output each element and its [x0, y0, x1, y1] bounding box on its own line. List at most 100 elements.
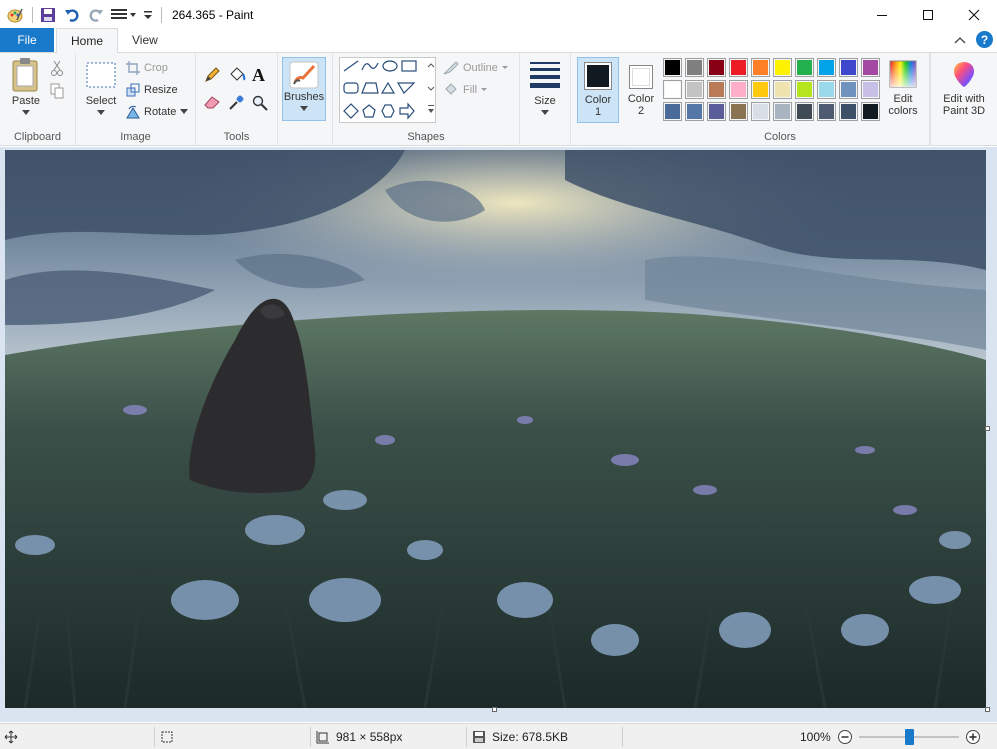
drawing-canvas[interactable]	[5, 150, 986, 708]
shapes-gallery[interactable]	[339, 57, 427, 123]
tab-view[interactable]: View	[118, 28, 172, 52]
pencil-icon	[205, 67, 220, 82]
zoom-out-icon[interactable]	[837, 729, 853, 745]
palette-swatch-color	[687, 60, 702, 75]
edit-with-paint3d-button[interactable]: Edit with Paint 3D	[933, 59, 995, 117]
palette-swatch[interactable]	[839, 58, 858, 77]
color-picker-tool[interactable]	[228, 95, 244, 111]
palette-swatch[interactable]	[707, 102, 726, 121]
customize-qat-icon[interactable]	[141, 4, 155, 26]
palette-swatch[interactable]	[663, 58, 682, 77]
shapes-gallery-icons	[343, 60, 417, 120]
palette-swatch[interactable]	[773, 80, 792, 99]
palette-swatch[interactable]	[663, 80, 682, 99]
outline-button[interactable]: Outline	[443, 61, 508, 75]
magnifier-icon	[252, 95, 268, 111]
redo-icon[interactable]	[85, 4, 107, 26]
palette-swatch[interactable]	[861, 80, 880, 99]
resize-button[interactable]: Resize	[126, 83, 178, 97]
color2-button[interactable]: Color 2	[621, 57, 661, 123]
palette-swatch[interactable]	[817, 58, 836, 77]
crop-button[interactable]: Crop	[126, 61, 168, 75]
palette-swatch-color	[819, 104, 834, 119]
palette-swatch[interactable]	[839, 102, 858, 121]
text-icon: A	[252, 65, 265, 85]
tab-file[interactable]: File	[0, 28, 54, 52]
edit-colors-button[interactable]: Edit colors	[881, 59, 925, 117]
palette-swatch[interactable]	[707, 80, 726, 99]
resize-handle-bottom[interactable]	[492, 707, 497, 712]
shapes-scroll[interactable]	[426, 57, 436, 123]
palette-swatch-color	[687, 104, 702, 119]
color1-number: 1	[594, 106, 602, 118]
palette-swatch[interactable]	[685, 58, 704, 77]
collapse-ribbon-icon[interactable]	[954, 35, 966, 45]
zoom-controls: 100%	[800, 724, 981, 749]
maximize-button[interactable]	[905, 0, 951, 29]
resize-handle-corner[interactable]	[985, 707, 990, 712]
canvas-area[interactable]	[0, 147, 997, 722]
fill-button[interactable]: Fill	[443, 83, 488, 97]
shapes-scroll-arrows-icon	[427, 63, 435, 113]
fill-tool[interactable]	[228, 67, 246, 83]
resize-handle-right[interactable]	[985, 426, 990, 431]
rotate-button[interactable]: Rotate	[126, 105, 189, 119]
palette-swatch[interactable]	[729, 80, 748, 99]
palette-swatch[interactable]	[751, 58, 770, 77]
zoom-in-icon[interactable]	[965, 729, 981, 745]
palette-swatch[interactable]	[817, 80, 836, 99]
magnifier-tool[interactable]	[252, 95, 268, 111]
select-button[interactable]: Select	[80, 61, 122, 116]
palette-swatch[interactable]	[707, 58, 726, 77]
zoom-level-text: 100%	[800, 730, 831, 744]
palette-swatch[interactable]	[795, 58, 814, 77]
help-icon[interactable]: ?	[976, 31, 993, 48]
brushes-button[interactable]: Brushes	[282, 57, 326, 121]
palette-swatch[interactable]	[751, 80, 770, 99]
eraser-tool[interactable]	[204, 95, 220, 109]
palette-swatch[interactable]	[861, 102, 880, 121]
zoom-slider[interactable]	[858, 729, 959, 745]
palette-swatch[interactable]	[685, 102, 704, 121]
paint-app-icon[interactable]	[4, 4, 26, 26]
palette-swatch[interactable]	[773, 102, 792, 121]
palette-swatch[interactable]	[795, 102, 814, 121]
palette-swatch[interactable]	[817, 102, 836, 121]
palette-swatch[interactable]	[663, 102, 682, 121]
painting-image	[5, 150, 986, 708]
image-group-label: Image	[120, 131, 151, 143]
edit-colors-label-2: colors	[888, 105, 918, 117]
palette-swatch[interactable]	[795, 80, 814, 99]
tab-home[interactable]: Home	[56, 28, 119, 53]
resize-icon	[126, 83, 140, 97]
properties-menu-icon[interactable]	[109, 4, 139, 26]
select-dropdown-icon	[97, 110, 105, 115]
text-tool[interactable]: A	[252, 65, 265, 86]
undo-icon[interactable]	[61, 4, 83, 26]
copy-button[interactable]	[50, 83, 64, 99]
zoom-slider-thumb[interactable]	[904, 729, 914, 745]
palette-swatch[interactable]	[773, 58, 792, 77]
palette-swatch[interactable]	[729, 58, 748, 77]
cut-button[interactable]	[50, 60, 64, 76]
save-icon[interactable]	[37, 4, 59, 26]
paste-button[interactable]: Paste	[6, 57, 46, 116]
crop-label: Crop	[144, 62, 168, 74]
palette-swatch[interactable]	[729, 102, 748, 121]
palette-swatch[interactable]	[685, 80, 704, 99]
palette-swatch[interactable]	[751, 102, 770, 121]
qat-divider	[32, 6, 33, 23]
cursor-position-icon	[4, 730, 18, 744]
palette-swatch-color	[731, 60, 746, 75]
size-button[interactable]: Size	[525, 59, 565, 116]
close-button[interactable]	[951, 0, 997, 29]
palette-swatch-color	[731, 104, 746, 119]
clipboard-group-label: Clipboard	[13, 131, 62, 143]
minimize-button[interactable]	[859, 0, 905, 29]
status-divider-3	[466, 727, 467, 747]
palette-swatch[interactable]	[839, 80, 858, 99]
pencil-tool[interactable]	[204, 67, 220, 83]
palette-swatch[interactable]	[861, 58, 880, 77]
color1-button[interactable]: Color 1	[577, 57, 619, 123]
palette-swatch-color	[797, 82, 812, 97]
